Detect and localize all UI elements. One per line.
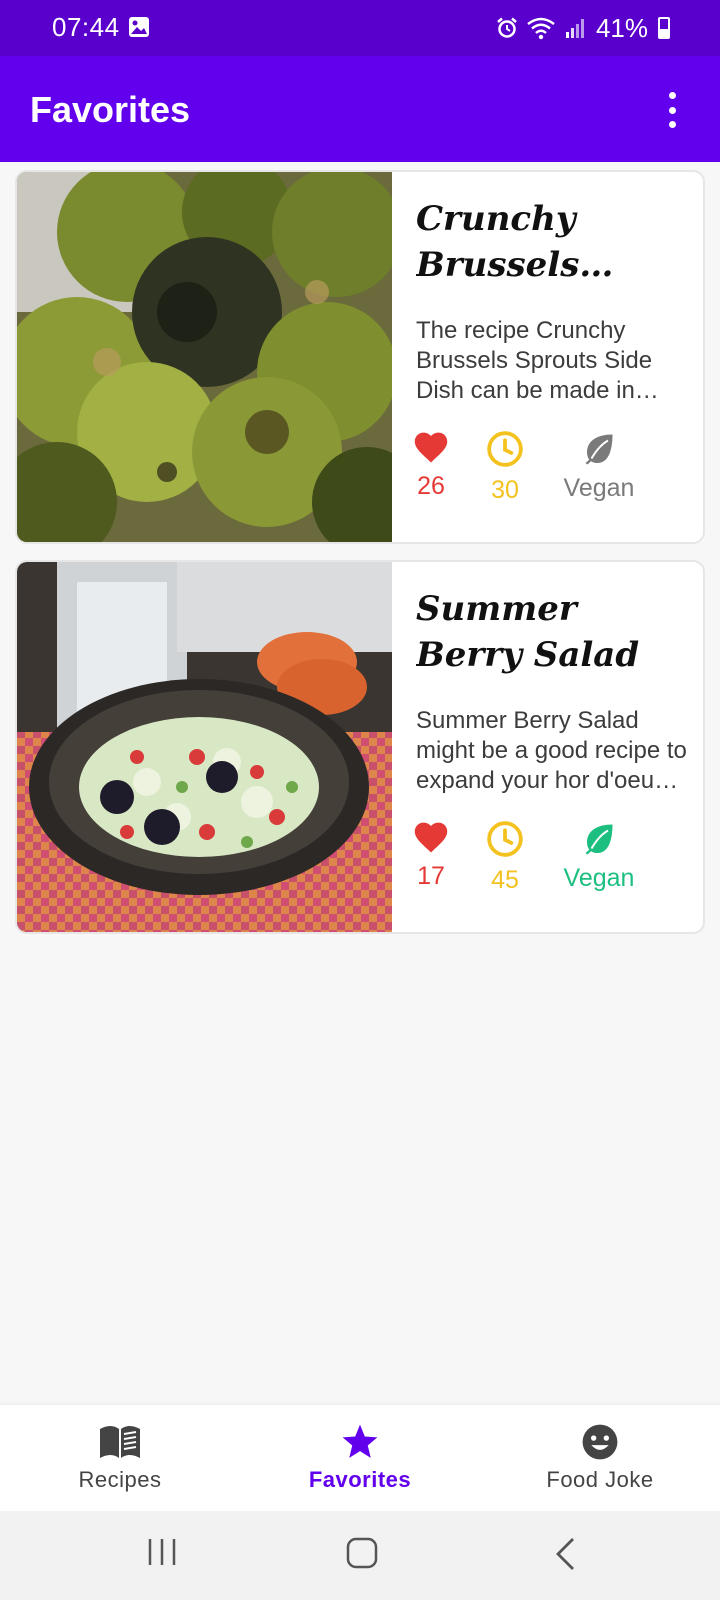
nav-label: Recipes — [78, 1467, 162, 1492]
likes-stat: 26 — [412, 430, 450, 501]
recipe-title: Summer Berry Salad — [416, 589, 640, 675]
status-bar: 07:44 41% — [0, 0, 720, 56]
recipe-image — [17, 172, 392, 542]
favorites-list: Crunchy Brussels Sprouts Side Dish The r… — [15, 170, 705, 950]
recipe-title: Crunchy Brussels Sprouts Side Dish — [416, 199, 580, 285]
battery-icon — [658, 17, 670, 39]
book-icon — [100, 1426, 140, 1458]
time-stat: 45 — [486, 820, 524, 895]
alarm-icon — [497, 17, 517, 38]
clock-icon — [487, 821, 523, 857]
more-vert-icon — [668, 92, 676, 99]
time-stat: 30 — [486, 430, 524, 505]
back-button[interactable] — [554, 1537, 578, 1571]
system-navigation-bar — [0, 1511, 720, 1600]
clock-icon — [487, 431, 523, 467]
app-bar: Favorites — [0, 56, 720, 162]
overflow-menu-button[interactable] — [664, 92, 680, 128]
vegan-label: Vegan — [563, 474, 635, 502]
recipe-image — [17, 562, 392, 932]
gallery-notification-icon — [129, 17, 149, 37]
heart-icon — [414, 822, 448, 853]
wifi-icon — [527, 17, 555, 40]
likes-count: 26 — [417, 472, 445, 500]
signal-icon — [565, 19, 584, 38]
likes-stat: 17 — [412, 820, 450, 891]
battery-percent: 41% — [595, 12, 648, 43]
page-title: Favorites — [30, 89, 191, 130]
vegan-stat: Vegan — [562, 820, 636, 893]
nav-label: Favorites — [308, 1467, 412, 1492]
nav-label: Food Joke — [546, 1467, 654, 1492]
minutes-count: 45 — [491, 866, 519, 894]
minutes-count: 30 — [491, 476, 519, 504]
home-button[interactable] — [346, 1537, 378, 1569]
smiley-icon — [582, 1424, 618, 1460]
recipe-card[interactable]: Crunchy Brussels Sprouts Side Dish The r… — [15, 170, 705, 544]
nav-item-favorites[interactable]: Favorites — [240, 1405, 480, 1511]
recent-apps-button[interactable] — [146, 1537, 178, 1567]
bottom-navigation: Recipes Favorites Food Joke — [0, 1405, 720, 1511]
leaf-icon — [585, 434, 613, 465]
vegan-label: Vegan — [563, 864, 635, 892]
recipe-description: Summer Berry Salad might be a good recip… — [416, 707, 688, 794]
heart-icon — [414, 432, 448, 463]
nav-item-food-joke[interactable]: Food Joke — [480, 1405, 720, 1511]
leaf-icon — [585, 824, 613, 855]
recipe-description: The recipe Crunchy Brussels Sprouts Side… — [416, 317, 653, 404]
vegan-stat: Vegan — [562, 430, 636, 503]
likes-count: 17 — [417, 862, 445, 890]
star-icon — [342, 1424, 378, 1458]
status-time: 07:44 — [52, 12, 120, 42]
recipe-card[interactable]: Summer Berry Salad Summer Berry Salad mi… — [15, 560, 705, 934]
nav-item-recipes[interactable]: Recipes — [0, 1405, 240, 1511]
